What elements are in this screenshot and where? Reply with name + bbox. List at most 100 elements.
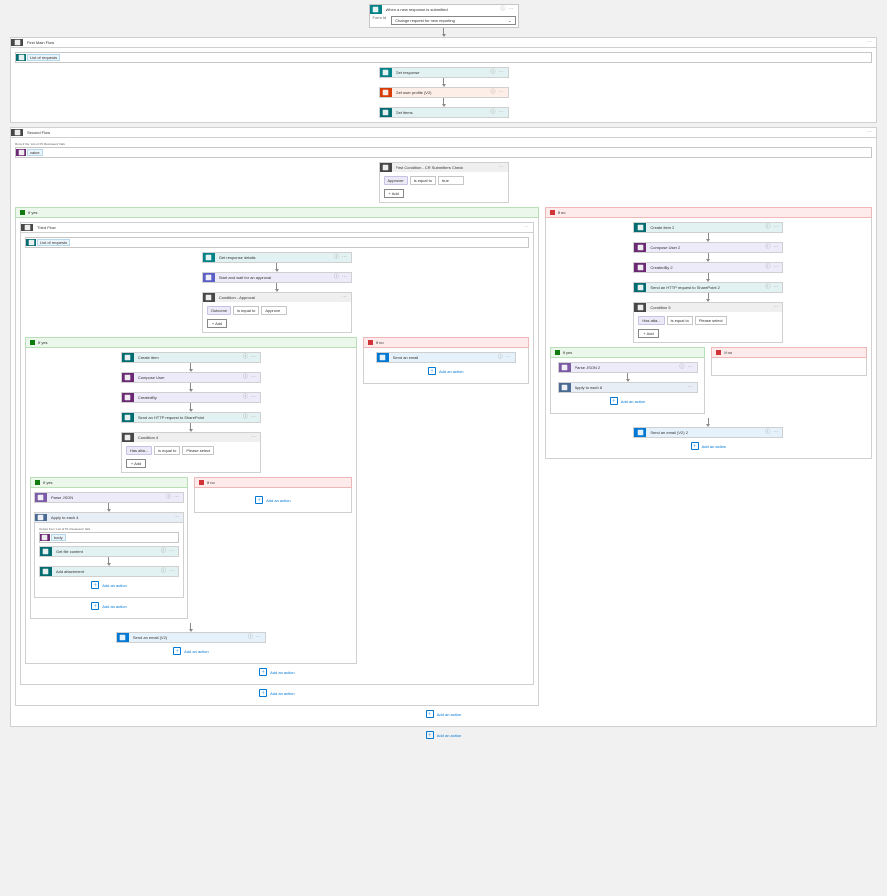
ellipsis-icon[interactable]: ⋯ — [688, 385, 693, 390]
ellipsis-icon[interactable]: ⋯ — [688, 365, 693, 370]
sharepoint-icon — [634, 223, 646, 232]
ellipsis-icon[interactable]: ⋯ — [524, 225, 529, 230]
ellipsis-icon[interactable]: ⋯ — [499, 90, 504, 95]
http-request-2-card[interactable]: Send an HTTP request to SharePoint 2ⓘ⋯ — [633, 282, 783, 293]
second-scope-header[interactable]: Second Flow⋯ — [10, 127, 877, 138]
http-request-card[interactable]: Send an HTTP request to SharePointⓘ⋯ — [121, 412, 261, 423]
ellipsis-icon[interactable]: ⋯ — [251, 375, 256, 380]
scope-input-slot[interactable]: List of requests — [15, 52, 872, 63]
create-item-2-card[interactable]: Create item 2ⓘ⋯ — [633, 222, 783, 233]
form-id-select[interactable]: Change request for new reporting ⌄ — [391, 16, 515, 25]
first-condition-card[interactable]: First Condition - CR Submitters Check⋯ A… — [379, 162, 509, 203]
scope-input-slot[interactable]: value — [15, 147, 872, 158]
add-condition-button[interactable]: + Add — [207, 319, 227, 328]
parse-json-2-card[interactable]: Parse JSON 2ⓘ⋯ — [558, 362, 698, 373]
add-attachment-card[interactable]: Add attachmentⓘ⋯ — [39, 566, 179, 577]
info-icon[interactable]: ⓘ — [500, 7, 505, 12]
condition-5-card[interactable]: Condition 5⋯ Has atta... is equal to Ple… — [633, 302, 783, 343]
deep-if-no-body: Add an action — [194, 488, 352, 513]
add-action-link[interactable]: Add an action — [368, 363, 524, 379]
ellipsis-icon[interactable]: ⋯ — [509, 7, 514, 12]
send-email-v2-2-card[interactable]: Send an email (V2) 2ⓘ⋯ — [633, 427, 783, 438]
compose-user-2-card[interactable]: Compose User 2ⓘ⋯ — [633, 242, 783, 253]
add-action-link[interactable]: Add an action — [4, 727, 883, 743]
ellipsis-icon[interactable]: ⋯ — [499, 70, 504, 75]
add-condition-button[interactable]: + Add — [126, 459, 146, 468]
ellipsis-icon[interactable]: ⋯ — [342, 275, 347, 280]
ellipsis-icon[interactable]: ⋯ — [251, 355, 256, 360]
get-response-details-card[interactable]: Get response detailsⓘ⋯ — [202, 252, 352, 263]
cond-left[interactable]: Has atta... — [126, 446, 152, 455]
ellipsis-icon[interactable]: ⋯ — [773, 245, 778, 250]
add-action-link[interactable]: Add an action — [199, 492, 347, 508]
cond-left[interactable]: Has atta... — [638, 316, 664, 325]
ellipsis-icon[interactable]: ⋯ — [256, 635, 261, 640]
get-response-card[interactable]: Get responseⓘ⋯ — [379, 67, 509, 78]
add-action-link[interactable]: Add an action — [30, 643, 352, 659]
ellipsis-icon[interactable]: ⋯ — [773, 305, 778, 310]
condition-4-card[interactable]: Condition 4⋯ Has atta... is equal to Ple… — [121, 432, 261, 473]
ellipsis-icon[interactable]: ⋯ — [867, 130, 872, 135]
cond-left[interactable]: Approver — [384, 176, 408, 185]
approval-condition-card[interactable]: Condition - Approval⋯ Outcome is equal t… — [202, 292, 352, 333]
cond-op[interactable]: is equal to — [667, 316, 693, 325]
ellipsis-icon[interactable]: ⋯ — [506, 355, 511, 360]
first-scope-header[interactable]: First Main Flow⋯ — [10, 37, 877, 48]
start-approval-card[interactable]: Start and wait for an approvalⓘ⋯ — [202, 272, 352, 283]
get-user-profile-card[interactable]: Get user profile (V2)ⓘ⋯ — [379, 87, 509, 98]
cond-right[interactable]: Approve — [261, 306, 287, 315]
add-condition-button[interactable]: + Add — [384, 189, 404, 198]
loop-input-slot[interactable]: body — [39, 532, 179, 543]
add-action-link[interactable]: Add an action — [550, 438, 867, 454]
ellipsis-icon[interactable]: ⋯ — [773, 430, 778, 435]
add-action-link[interactable]: Add an action — [20, 685, 534, 701]
add-action-link[interactable]: Add an action — [35, 598, 183, 614]
cond-right[interactable]: Please select — [182, 446, 214, 455]
get-file-content-card[interactable]: Get file contentⓘ⋯ — [39, 546, 179, 557]
trigger-card[interactable]: When a new response is submitted ⓘ⋯ Form… — [369, 4, 519, 28]
apply-to-each-8-card[interactable]: Apply to each 8⋯ — [558, 382, 698, 393]
branch-label: If yes — [28, 210, 38, 215]
cond-left[interactable]: Outcome — [207, 306, 231, 315]
apply-to-each-header[interactable]: Apply to each 4⋯ — [34, 512, 184, 523]
add-action-link[interactable]: Add an action — [25, 664, 529, 680]
ellipsis-icon[interactable]: ⋯ — [169, 569, 174, 574]
add-action-link[interactable]: Add an action — [15, 706, 872, 722]
ellipsis-icon[interactable]: ⋯ — [342, 255, 347, 260]
ellipsis-icon[interactable]: ⋯ — [174, 515, 179, 520]
ellipsis-icon[interactable]: ⋯ — [773, 265, 778, 270]
third-flow-header[interactable]: Third Flow⋯ — [20, 222, 534, 233]
createdby-card[interactable]: CreatedByⓘ⋯ — [121, 392, 261, 403]
cond-op[interactable]: is equal to — [233, 306, 259, 315]
add-action-link[interactable]: Add an action — [39, 577, 179, 593]
scope-input-slot[interactable]: List of requests — [25, 237, 529, 248]
ellipsis-icon[interactable]: ⋯ — [251, 395, 256, 400]
ellipsis-icon[interactable]: ⋯ — [251, 435, 256, 440]
cond-op[interactable]: is equal to — [410, 176, 436, 185]
createdby-2-card[interactable]: CreatedBy 2ⓘ⋯ — [633, 262, 783, 273]
parse-json-card[interactable]: Parse JSONⓘ⋯ — [34, 492, 184, 503]
add-action-link[interactable]: Add an action — [555, 393, 701, 409]
ellipsis-icon[interactable]: ⋯ — [342, 295, 347, 300]
ellipsis-icon[interactable]: ⋯ — [174, 495, 179, 500]
ellipsis-icon[interactable]: ⋯ — [867, 40, 872, 45]
check-icon — [20, 210, 25, 215]
send-email-card[interactable]: Send an emailⓘ⋯ — [376, 352, 516, 363]
ellipsis-icon[interactable]: ⋯ — [499, 110, 504, 115]
cond-right[interactable]: Please select — [695, 316, 727, 325]
ellipsis-icon[interactable]: ⋯ — [251, 415, 256, 420]
compose-user-card[interactable]: Compose Userⓘ⋯ — [121, 372, 261, 383]
get-items-card[interactable]: Get itemsⓘ⋯ — [379, 107, 509, 118]
flow-arrow — [626, 373, 630, 382]
ellipsis-icon[interactable]: ⋯ — [773, 225, 778, 230]
ellipsis-icon[interactable]: ⋯ — [499, 165, 504, 170]
ellipsis-icon[interactable]: ⋯ — [169, 549, 174, 554]
cond-right[interactable]: true — [438, 176, 464, 185]
ellipsis-icon[interactable]: ⋯ — [773, 285, 778, 290]
send-email-v2-card[interactable]: Send an email (V2)ⓘ⋯ — [116, 632, 266, 643]
cond-op[interactable]: is equal to — [154, 446, 180, 455]
card-title: Get response — [396, 70, 420, 75]
flow-arrow — [189, 363, 193, 372]
add-condition-button[interactable]: + Add — [638, 329, 658, 338]
create-item-card[interactable]: Create itemⓘ⋯ — [121, 352, 261, 363]
